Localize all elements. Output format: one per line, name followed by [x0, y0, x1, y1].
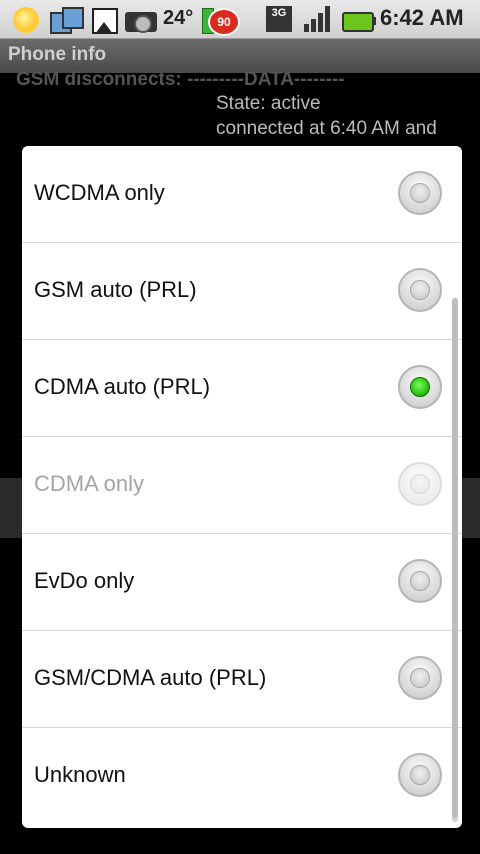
data-connected-text: connected at 6:40 AM and: [216, 118, 437, 139]
option-label: Unknown: [34, 762, 126, 787]
option-cdma-only[interactable]: CDMA only: [22, 437, 462, 534]
sun-weather-icon: [10, 4, 42, 34]
radio-button[interactable]: [398, 656, 442, 700]
option-gsm-cdma-auto-prl[interactable]: GSM/CDMA auto (PRL): [22, 631, 462, 728]
option-wcdma-only[interactable]: WCDMA only: [22, 146, 462, 243]
option-label: EvDo only: [34, 568, 135, 593]
radio-button[interactable]: [398, 171, 442, 215]
gallery-icon: [90, 4, 118, 34]
radio-button[interactable]: [398, 559, 442, 603]
option-cdma-auto-prl[interactable]: CDMA auto (PRL): [22, 340, 462, 437]
3g-data-icon: 3G: [264, 4, 296, 34]
option-label: CDMA only: [34, 471, 145, 496]
radio-button[interactable]: [398, 753, 442, 797]
option-label: WCDMA only: [34, 180, 165, 205]
radio-button-checked[interactable]: [398, 365, 442, 409]
status-bar[interactable]: 24° 90 3G 6:42 AM: [0, 0, 480, 39]
network-type-dialog: WCDMA only GSM auto (PRL) CDMA auto (PRL…: [22, 146, 462, 828]
option-label: GSM/CDMA auto (PRL): [34, 665, 267, 690]
page-title: Phone info: [8, 44, 107, 65]
radio-button[interactable]: [398, 268, 442, 312]
option-evdo-only[interactable]: EvDo only: [22, 534, 462, 631]
photos-icon: [48, 4, 84, 34]
clock: 6:42 AM: [380, 5, 464, 30]
option-label: CDMA auto (PRL): [34, 374, 211, 399]
temperature-text: 24°: [163, 7, 194, 29]
gsm-disconnects-text: GSM disconnects: ---------DATA--------: [16, 69, 345, 90]
option-gsm-auto-prl[interactable]: GSM auto (PRL): [22, 243, 462, 340]
battery-app-icon: 90: [200, 4, 240, 36]
radio-button[interactable]: [398, 462, 442, 506]
scrollbar-thumb[interactable]: [452, 298, 458, 818]
option-unknown[interactable]: Unknown: [22, 728, 462, 824]
signal-strength-icon: [302, 4, 334, 34]
data-state-text: State: active: [216, 93, 321, 114]
camera-icon: [124, 4, 160, 34]
notification-badge: 90: [208, 8, 240, 36]
battery-icon: [342, 4, 376, 34]
option-label: GSM auto (PRL): [34, 277, 197, 302]
scrollbar[interactable]: [452, 298, 458, 822]
network-type-label: 3G: [266, 6, 292, 32]
